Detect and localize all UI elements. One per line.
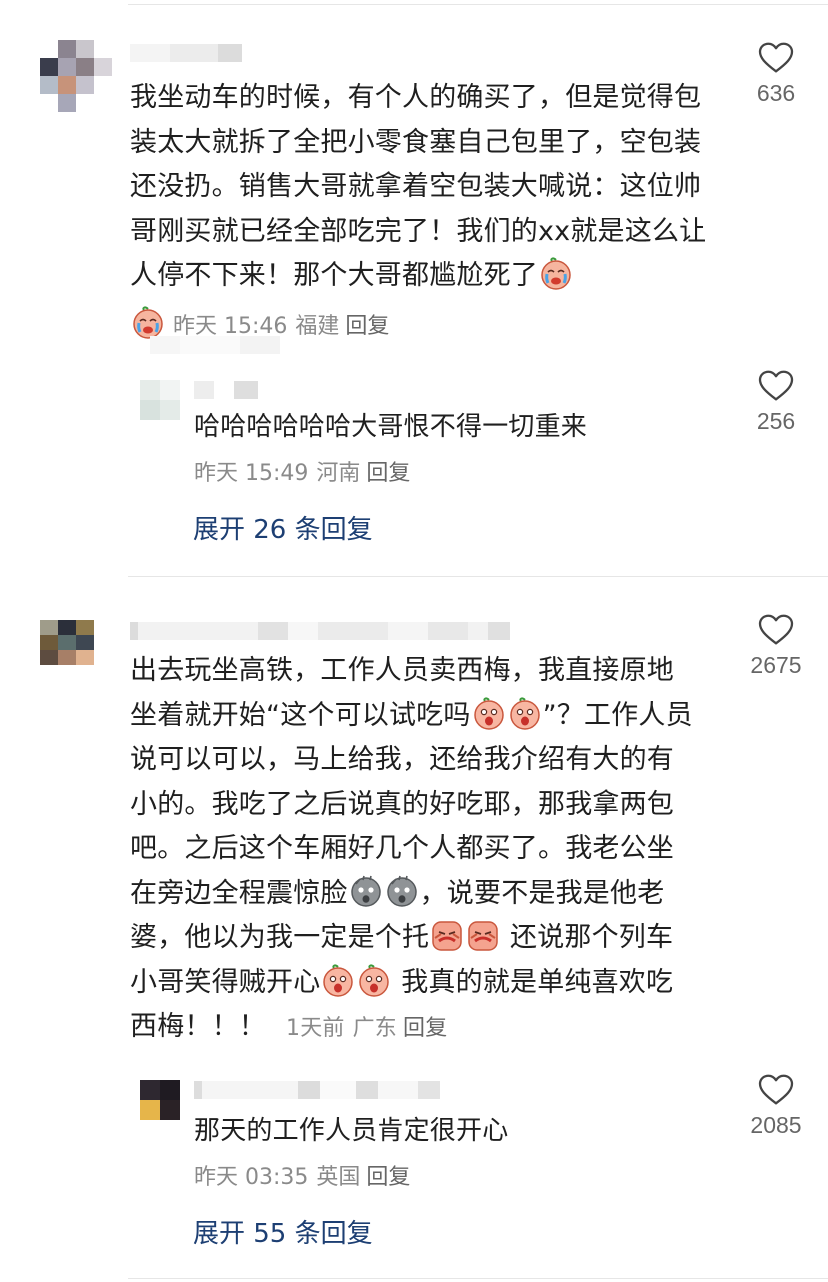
username[interactable] (130, 622, 510, 640)
comment-line: 吧。之后这个车厢好几个人都买了。我老公坐 (130, 833, 674, 864)
comment-text: 我坐动车的时候，有个人的确买了，但是觉得包装太大就拆了全把小零食塞自己包里了，空… (130, 82, 707, 291)
reply-location: 英国 (316, 1165, 361, 1190)
reply-button[interactable]: 回复 (345, 314, 389, 339)
heart-outline-icon[interactable] (758, 370, 794, 402)
comment-line: 坐着就开始“这个可以试吃吗 ”？工作人员 (130, 694, 730, 739)
comment-divider (128, 1278, 828, 1279)
shocked-gray-emoji-icon (385, 874, 419, 908)
reply-like-button[interactable]: 256 (736, 370, 816, 435)
top-divider (128, 4, 828, 5)
heart-outline-icon[interactable] (758, 614, 794, 646)
like-count: 636 (756, 80, 796, 106)
comment-line: 小哥笑得贼开心 我真的就是单纯喜欢吃 (130, 961, 730, 1006)
reply-like-button[interactable]: 2085 (736, 1074, 816, 1139)
comment-line: 在旁边全程震惊脸 ，说要不是我是他老 (130, 872, 730, 917)
reply-reply-button[interactable]: 回复 (366, 461, 410, 486)
surprised-emoji-icon (321, 963, 355, 997)
reply-button[interactable]: 回复 (403, 1016, 447, 1041)
reply-like-count: 2085 (750, 1112, 802, 1138)
like-button[interactable]: 636 (736, 42, 816, 107)
comment-divider (128, 576, 828, 577)
surprised-emoji-icon (357, 963, 391, 997)
heart-outline-icon[interactable] (758, 42, 794, 74)
like-count: 2675 (750, 652, 802, 678)
surprised-emoji-icon (472, 696, 506, 730)
crying-emoji-icon (131, 305, 165, 339)
expand-replies-button[interactable]: 展开 26 条回复 (193, 509, 373, 546)
reply-location: 河南 (316, 461, 361, 486)
like-button[interactable]: 2675 (736, 614, 816, 679)
reply-username[interactable] (194, 1081, 440, 1099)
reply-text: 哈哈哈哈哈哈大哥恨不得一切重来 (194, 412, 588, 442)
reply-time: 昨天 15:49 (194, 461, 309, 486)
heart-outline-icon[interactable] (758, 1074, 794, 1106)
comment-time: 1天前 (286, 1016, 345, 1041)
facepalm-emoji-icon (430, 918, 464, 952)
comment-line: 小的。我吃了之后说真的好吃耶，那我拿两包 (130, 788, 674, 820)
reply-avatar[interactable] (140, 380, 180, 420)
comment-text: 出去玩坐高铁，工作人员卖西梅，我直接原地 坐着就开始“这个可以试吃吗 ”？工作人员… (130, 649, 730, 1050)
crying-emoji-icon (539, 256, 573, 290)
comment-line: 西梅！！！ 1天前 广东 回复 (130, 1011, 448, 1042)
surprised-emoji-icon (508, 696, 542, 730)
facepalm-emoji-icon (466, 918, 500, 952)
comment-line: 说可以可以，马上给我，还给我介绍有大的有 (130, 744, 674, 775)
expand-replies-button[interactable]: 展开 55 条回复 (193, 1213, 373, 1250)
shocked-gray-emoji-icon (349, 874, 383, 908)
reply-like-count: 256 (756, 408, 796, 434)
blur-strip (150, 336, 280, 354)
reply-text: 那天的工作人员肯定很开心 (194, 1116, 509, 1146)
username[interactable] (130, 44, 242, 62)
comment-line: 婆，他以为我一定是个托 还说那个列车 (130, 916, 730, 961)
avatar[interactable] (40, 40, 112, 112)
reply-username[interactable] (194, 381, 258, 399)
avatar[interactable] (40, 620, 112, 680)
reply-time: 昨天 03:35 (194, 1165, 309, 1190)
comment-location: 福建 (295, 314, 340, 339)
reply-meta: 昨天 03:35 英国 回复 (194, 1163, 410, 1193)
comment-location: 广东 (352, 1016, 398, 1041)
comment-line: 出去玩坐高铁，工作人员卖西梅，我直接原地 (130, 655, 674, 686)
reply-avatar[interactable] (140, 1080, 180, 1120)
reply-meta: 昨天 15:49 河南 回复 (194, 459, 410, 489)
reply-reply-button[interactable]: 回复 (366, 1165, 410, 1190)
